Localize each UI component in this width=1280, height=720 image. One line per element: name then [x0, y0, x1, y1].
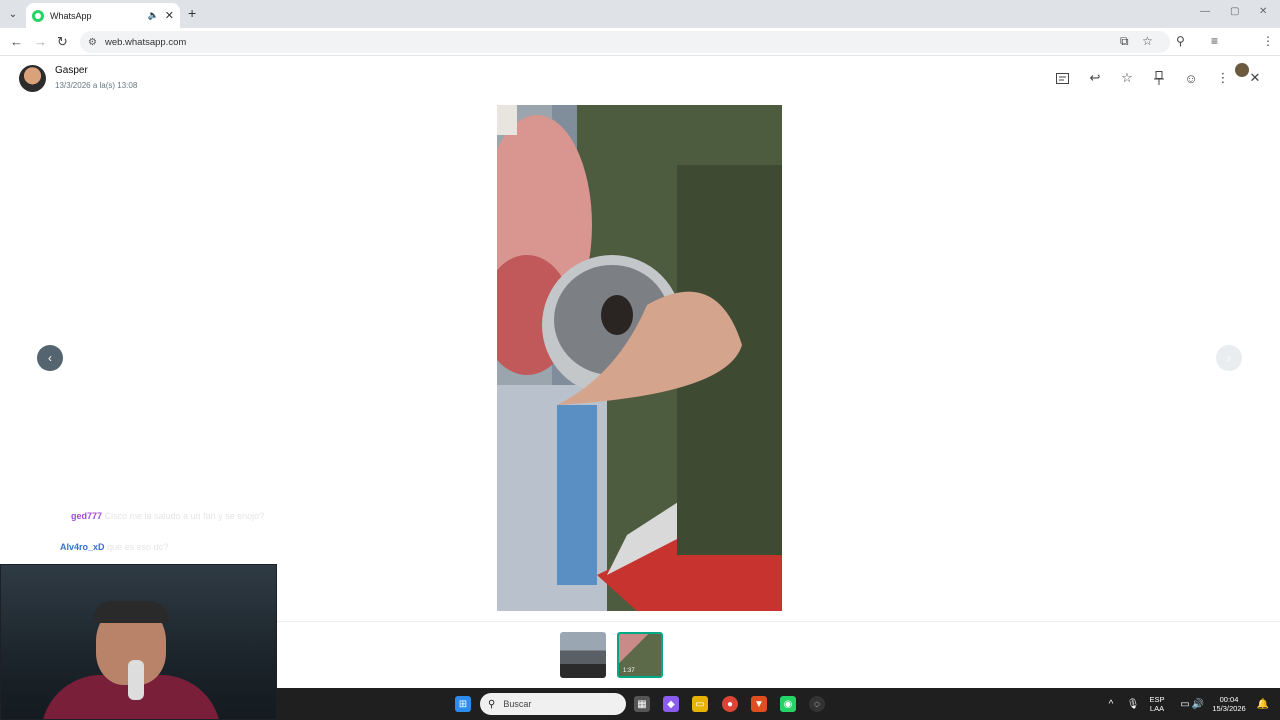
video-duration: 1:37: [623, 668, 635, 674]
contact-avatar[interactable]: [19, 65, 46, 92]
browser-menu-icon[interactable]: ⋮: [1262, 34, 1274, 48]
file-explorer-icon[interactable]: ▭: [692, 696, 708, 712]
reload-button[interactable]: ↻: [57, 34, 68, 50]
window-close-button[interactable]: ✕: [1259, 6, 1267, 17]
tab-close-icon[interactable]: ✕: [165, 9, 174, 22]
language-code: ESP: [1149, 695, 1165, 704]
clock-date: 15/3/2026: [1212, 704, 1246, 713]
minimize-button[interactable]: —: [1200, 6, 1210, 17]
close-viewer-icon[interactable]: ✕: [1246, 69, 1264, 87]
chat-message: ged777 Cisco me la saludo a un fan y se …: [71, 511, 271, 521]
next-media-button[interactable]: ›: [1216, 345, 1242, 371]
url-text: web.whatsapp.com: [104, 36, 187, 48]
whatsapp-favicon-icon: [32, 9, 44, 22]
copilot-icon[interactable]: ◆: [663, 696, 679, 712]
browser-tab-bar: ⌄ WhatsApp 🔈 ✕ + — ▢ ✕: [0, 0, 1280, 28]
site-info-icon[interactable]: ⚙: [88, 37, 97, 48]
webcam-cap: [93, 601, 169, 623]
media-video-frame[interactable]: [497, 105, 782, 611]
tab-audio-icon[interactable]: 🔈: [148, 10, 159, 21]
back-button[interactable]: ←: [10, 34, 23, 49]
extensions-icon[interactable]: ⚲: [1176, 34, 1185, 48]
star-icon[interactable]: ☆: [1118, 69, 1136, 87]
new-tab-button[interactable]: +: [188, 5, 196, 21]
chat-text: Cisco me la saludo a un fan y se enojo?: [104, 511, 265, 521]
taskbar-search[interactable]: ⚲ Buscar: [480, 693, 626, 715]
keyboard-language[interactable]: ESP LAA: [1147, 695, 1167, 713]
chat-text: que es eso dc?: [107, 542, 169, 552]
maximize-button[interactable]: ▢: [1230, 6, 1239, 17]
chrome-icon[interactable]: ●: [722, 696, 738, 712]
omnibox[interactable]: ⚙ web.whatsapp.com: [80, 31, 1170, 53]
tray-chevron-icon[interactable]: ^: [1103, 696, 1119, 712]
search-placeholder: Buscar: [503, 699, 532, 709]
media-thumbnail[interactable]: [560, 632, 606, 678]
bookmark-star-icon[interactable]: ☆: [1142, 34, 1153, 48]
install-app-icon[interactable]: ⧉: [1120, 34, 1129, 49]
chat-message: Alv4ro_xD que es eso dc?: [60, 542, 270, 552]
microphone-image: [128, 660, 144, 700]
contact-name: Gasper: [55, 65, 88, 76]
notifications-bell-icon[interactable]: 🔔: [1255, 696, 1271, 712]
address-bar-row: ← → ↻ ⚙ web.whatsapp.com ⧉ ☆ ⚲ ≡ ⋮: [0, 28, 1280, 77]
webcam-overlay: [0, 564, 277, 720]
media-thumbnail-strip: 1:37: [277, 621, 1280, 687]
reading-list-icon[interactable]: ≡: [1211, 34, 1218, 48]
emoji-icon[interactable]: ☺: [1182, 69, 1200, 87]
tab-search-chevron-icon[interactable]: ⌄: [4, 5, 22, 23]
forward-button[interactable]: →: [34, 34, 47, 49]
microphone-tray-icon[interactable]: 🎙: [1125, 696, 1141, 712]
clock-time: 00:04: [1219, 695, 1239, 704]
volume-icon[interactable]: 🔊: [1190, 696, 1206, 712]
previous-media-button[interactable]: ‹: [37, 345, 63, 371]
media-thumbnail-selected[interactable]: 1:37: [617, 632, 663, 678]
chat-username: Alv4ro_xD: [60, 542, 105, 552]
chat-username: ged777: [71, 511, 103, 521]
windows-taskbar: ⊞ ⚲ Buscar ▦ ◆ ▭ ● ▼ ◉ ◌ ^ 🎙 ESP LAA ▭ 🔊…: [277, 688, 1280, 720]
windows-start-icon[interactable]: ⊞: [455, 696, 471, 712]
message-date: 13/3/2026 a la(s) 13:08: [55, 81, 138, 90]
browser-tab-whatsapp[interactable]: WhatsApp 🔈 ✕: [26, 3, 180, 28]
search-icon: ⚲: [488, 698, 496, 710]
pin-icon[interactable]: [1150, 69, 1168, 87]
go-to-message-icon[interactable]: [1053, 69, 1071, 87]
media-viewer-header: Gasper 13/3/2026 a la(s) 13:08 ↩ ☆ ☺ ⋮ ✕: [0, 57, 1280, 101]
obs-icon[interactable]: ◌: [809, 696, 825, 712]
task-view-icon[interactable]: ▦: [634, 696, 650, 712]
whatsapp-taskbar-icon[interactable]: ◉: [780, 696, 796, 712]
more-options-icon[interactable]: ⋮: [1214, 69, 1232, 87]
tab-title: WhatsApp: [50, 10, 92, 21]
layout-code: LAA: [1149, 704, 1165, 713]
clock[interactable]: 00:04 15/3/2026: [1207, 695, 1251, 713]
reply-icon[interactable]: ↩: [1086, 69, 1104, 87]
brave-icon[interactable]: ▼: [751, 696, 767, 712]
